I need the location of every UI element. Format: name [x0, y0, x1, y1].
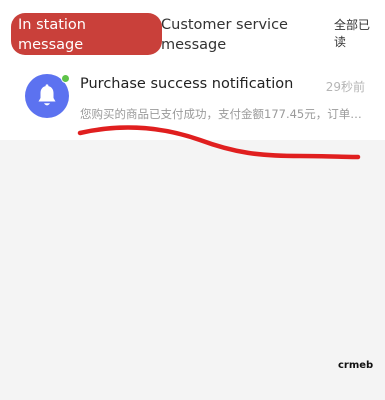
bell-icon	[38, 84, 56, 106]
unread-indicator	[61, 74, 70, 83]
tab-customer-service-message[interactable]: Customer service message	[161, 15, 311, 55]
mark-all-read-button[interactable]: 全部已读	[334, 17, 378, 51]
notification-time: 29秒前	[325, 80, 365, 94]
notification-title: Purchase success notification	[80, 76, 294, 92]
message-tabs: In station message Customer service mess…	[0, 0, 385, 62]
crmeb-logo: crmeb	[338, 360, 374, 371]
notification-item[interactable]: Purchase success notification 29秒前 您购买的商…	[0, 62, 385, 140]
app-root: In station message Customer service mess…	[0, 0, 385, 400]
notification-snippet: 您购买的商品已支付成功，支付金额177.45元，订单号...	[80, 107, 365, 121]
tab-in-station-message[interactable]: In station message	[11, 13, 162, 55]
